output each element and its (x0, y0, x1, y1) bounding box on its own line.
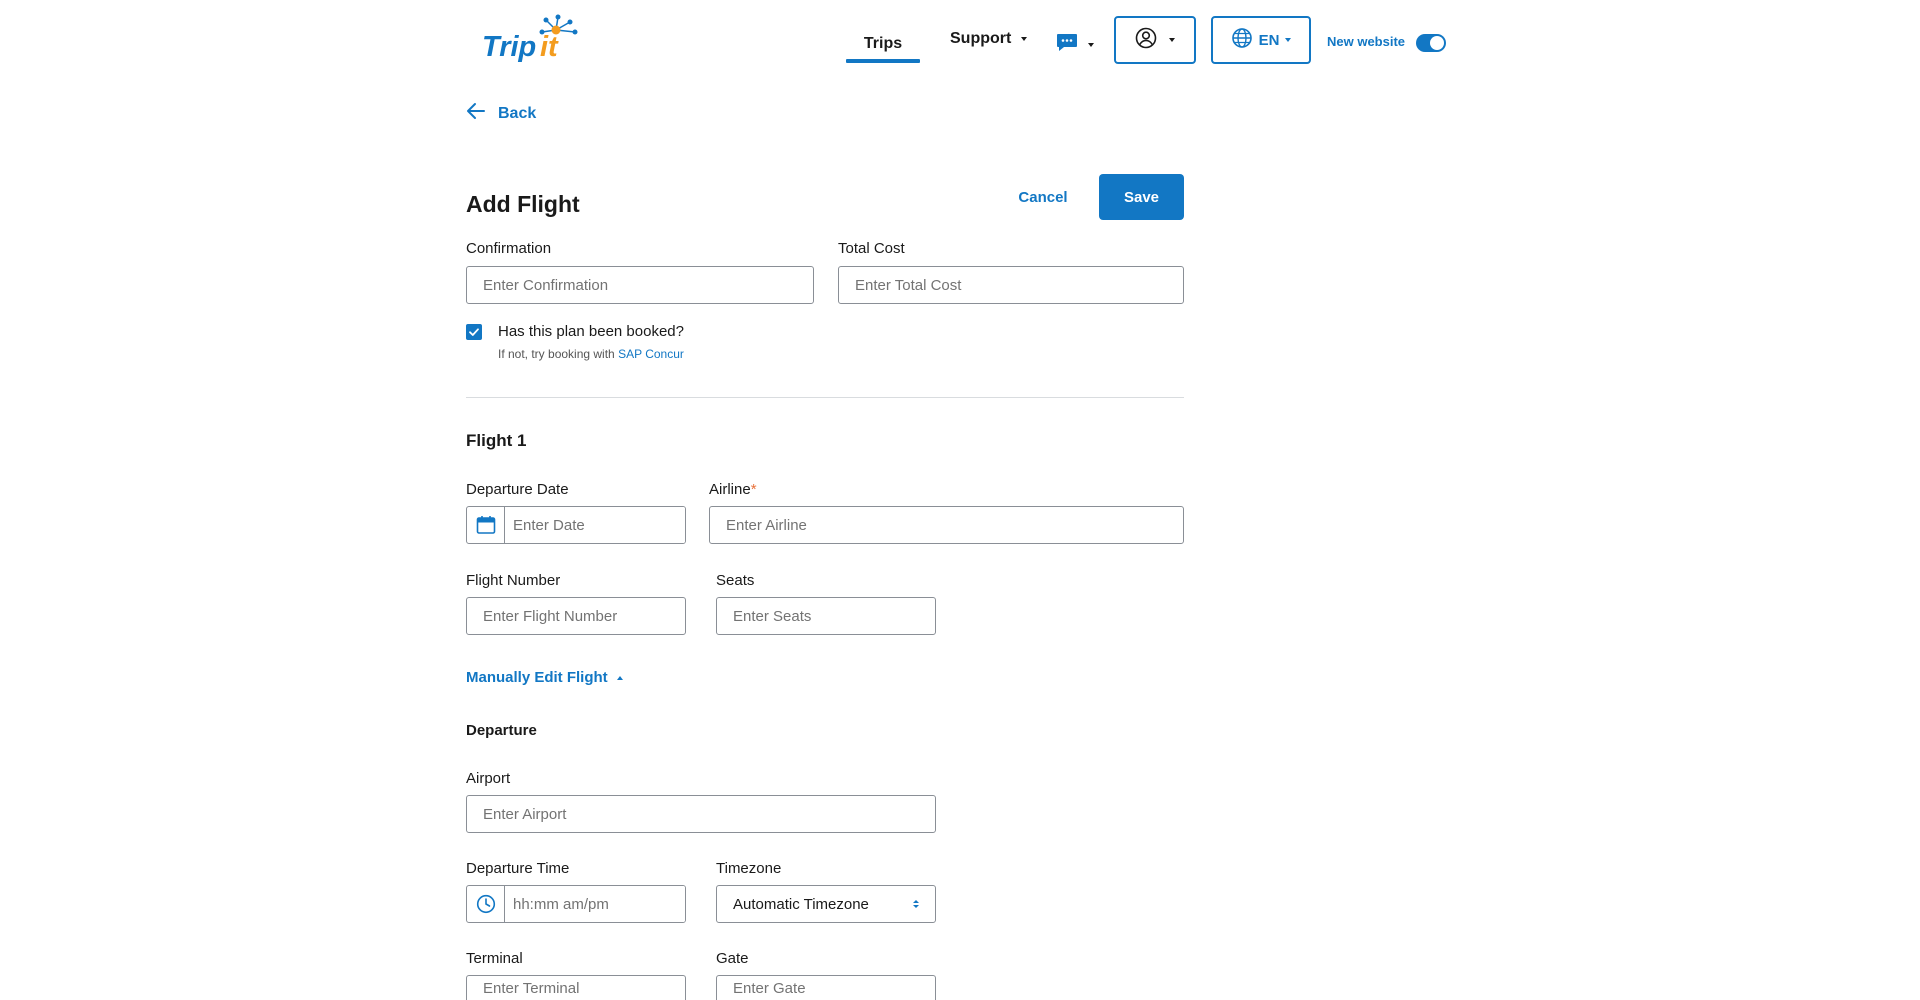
chat-bubble-icon (1056, 32, 1078, 57)
checkmark-icon (469, 328, 479, 336)
confirmation-input[interactable] (466, 266, 814, 304)
timezone-label: Timezone (716, 860, 782, 877)
arrow-left-icon (466, 102, 486, 125)
new-website-toggle[interactable] (1416, 34, 1446, 52)
toggle-knob (1430, 36, 1444, 50)
chevron-down-icon (1285, 38, 1292, 42)
svg-text:Trip: Trip (482, 31, 536, 63)
clock-icon (467, 886, 505, 922)
user-circle-icon (1135, 27, 1157, 54)
chat-menu-button[interactable] (1056, 32, 1094, 57)
language-code: EN (1258, 31, 1280, 49)
chevron-down-icon (1021, 37, 1028, 41)
globe-icon (1231, 27, 1253, 53)
back-label: Back (498, 104, 537, 122)
total-cost-label: Total Cost (838, 240, 905, 257)
booked-hint: If not, try booking with SAP Concur (498, 347, 684, 361)
departure-date-field[interactable] (466, 506, 686, 544)
departure-date-input[interactable] (505, 507, 685, 543)
seats-input[interactable] (716, 597, 936, 635)
chevron-down-icon (1169, 38, 1175, 42)
tripit-logo[interactable]: Trip it (478, 14, 582, 64)
flight-number-label: Flight Number (466, 572, 561, 589)
departure-time-field[interactable] (466, 885, 686, 923)
manually-edit-flight-label: Manually Edit Flight (466, 669, 608, 686)
save-button[interactable]: Save (1099, 174, 1184, 220)
select-arrows-icon (913, 900, 919, 908)
chevron-down-icon (1088, 42, 1094, 47)
departure-time-input[interactable] (505, 886, 685, 922)
nav-support-label: Support (950, 30, 1012, 47)
gate-label: Gate (716, 950, 749, 967)
new-website-label: New website (1327, 34, 1406, 49)
nav-trips[interactable]: Trips (846, 22, 920, 64)
profile-menu-button[interactable] (1114, 16, 1196, 64)
terminal-input[interactable] (466, 975, 686, 1000)
svg-text:it: it (540, 31, 559, 63)
departure-date-label: Departure Date (466, 481, 569, 498)
required-marker: * (750, 481, 757, 498)
flight-section-title: Flight 1 (466, 431, 527, 450)
total-cost-input[interactable] (838, 266, 1184, 304)
terminal-label: Terminal (466, 950, 523, 967)
nav-support[interactable]: Support (950, 30, 1028, 48)
booked-question: Has this plan been booked? (498, 323, 684, 340)
airline-label: Airline* (709, 481, 757, 498)
seats-label: Seats (716, 572, 755, 589)
page-title: Add Flight (466, 191, 580, 217)
back-link[interactable]: Back (466, 102, 536, 125)
nav-active-indicator (846, 59, 920, 63)
flight-number-input[interactable] (466, 597, 686, 635)
booked-checkbox[interactable] (466, 324, 482, 340)
section-divider (466, 397, 1184, 398)
airline-input[interactable] (709, 506, 1184, 544)
gate-input[interactable] (716, 975, 936, 1000)
timezone-select[interactable]: Automatic Timezone (716, 885, 936, 923)
sap-concur-link[interactable]: SAP Concur (618, 347, 684, 361)
confirmation-label: Confirmation (466, 240, 552, 257)
timezone-value: Automatic Timezone (733, 895, 869, 913)
chevron-up-icon (616, 675, 623, 680)
cancel-button[interactable]: Cancel (1006, 174, 1080, 220)
airline-label-text: Airline (709, 481, 751, 498)
airport-input[interactable] (466, 795, 936, 833)
departure-time-label: Departure Time (466, 860, 570, 877)
language-menu-button[interactable]: EN (1211, 16, 1311, 64)
booked-hint-text: If not, try booking with (498, 347, 619, 361)
calendar-icon (467, 507, 505, 543)
manually-edit-flight-toggle[interactable]: Manually Edit Flight (466, 669, 623, 686)
departure-section-title: Departure (466, 722, 537, 739)
airport-label: Airport (466, 770, 511, 787)
